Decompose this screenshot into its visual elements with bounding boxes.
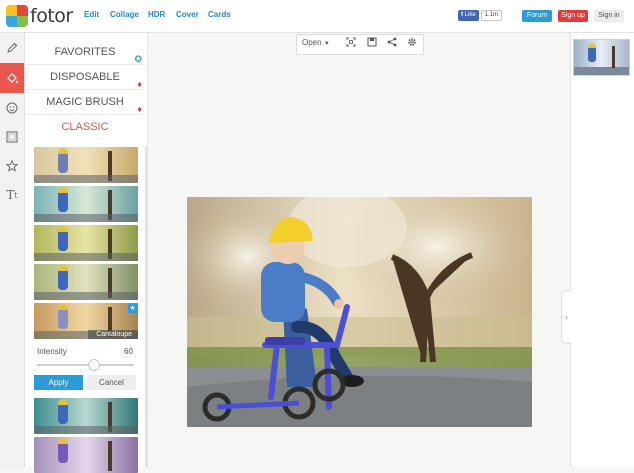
frame-icon[interactable] bbox=[0, 123, 24, 151]
intensity-value: 60 bbox=[124, 347, 133, 356]
forum-button[interactable]: Forum bbox=[522, 10, 552, 22]
paint-bucket-icon[interactable] bbox=[0, 63, 24, 93]
filter-thumbnail[interactable] bbox=[34, 437, 138, 473]
logo-text: fotor bbox=[30, 5, 73, 27]
like-count: 1.1m bbox=[480, 10, 503, 21]
favorite-star-icon[interactable]: ★ bbox=[128, 304, 137, 313]
intensity-label: Intensity bbox=[37, 347, 67, 356]
logo-mark-icon bbox=[6, 5, 28, 27]
fotor-logo[interactable]: fotor bbox=[6, 4, 73, 28]
signup-button[interactable]: Sign up bbox=[558, 10, 588, 22]
edited-photo[interactable] bbox=[187, 197, 532, 427]
nav-edit[interactable]: Edit bbox=[84, 10, 99, 19]
sticker-icon[interactable] bbox=[0, 152, 24, 180]
open-menu[interactable]: Open ▼ bbox=[302, 38, 330, 47]
face-icon[interactable] bbox=[0, 94, 24, 122]
history-thumbnail[interactable] bbox=[573, 39, 630, 76]
collapse-panel-button[interactable]: › bbox=[561, 290, 571, 344]
nav-cards[interactable]: Cards bbox=[208, 10, 231, 19]
filter-thumbnail-selected[interactable]: ★ Cantaloupe bbox=[34, 303, 138, 339]
nav-cover[interactable]: Cover bbox=[176, 10, 199, 19]
text-icon[interactable]: Tt bbox=[0, 181, 24, 209]
history-panel bbox=[570, 33, 634, 467]
category-classic[interactable]: CLASSIC bbox=[25, 115, 145, 139]
chevron-right-icon: › bbox=[565, 312, 568, 322]
pencil-icon[interactable] bbox=[0, 34, 24, 62]
category-favorites[interactable]: FAVORITES ✪ bbox=[25, 40, 145, 65]
filter-name-label: Cantaloupe bbox=[88, 330, 138, 339]
intensity-slider-track[interactable] bbox=[37, 364, 134, 366]
settings-icon[interactable] bbox=[407, 37, 417, 49]
cancel-button[interactable]: Cancel bbox=[87, 375, 136, 390]
photo-illustration bbox=[187, 197, 532, 427]
category-magic-brush[interactable]: MAGIC BRUSH ♦ bbox=[25, 90, 145, 115]
filter-thumbnail[interactable] bbox=[34, 186, 138, 222]
save-icon[interactable] bbox=[367, 37, 377, 49]
filter-thumbnail[interactable] bbox=[34, 264, 138, 300]
facebook-like-button[interactable]: f Like 1.1m bbox=[458, 10, 503, 21]
nav-collage[interactable]: Collage bbox=[110, 10, 139, 19]
like-label: Like bbox=[464, 12, 476, 18]
apply-button[interactable]: Apply bbox=[34, 375, 83, 390]
filter-thumbnail[interactable] bbox=[34, 147, 138, 183]
dropdown-caret-icon: ▼ bbox=[323, 41, 330, 47]
fit-screen-icon[interactable] bbox=[346, 37, 356, 49]
signin-button[interactable]: Sign in bbox=[594, 10, 624, 22]
nav-hdr[interactable]: HDR bbox=[148, 10, 165, 19]
filter-thumbnail[interactable] bbox=[34, 225, 138, 261]
share-icon[interactable] bbox=[387, 37, 397, 49]
filter-thumbnail[interactable] bbox=[34, 398, 138, 434]
category-disposable[interactable]: DISPOSABLE ♦ bbox=[25, 65, 145, 90]
panel-scrollbar[interactable] bbox=[145, 146, 148, 467]
